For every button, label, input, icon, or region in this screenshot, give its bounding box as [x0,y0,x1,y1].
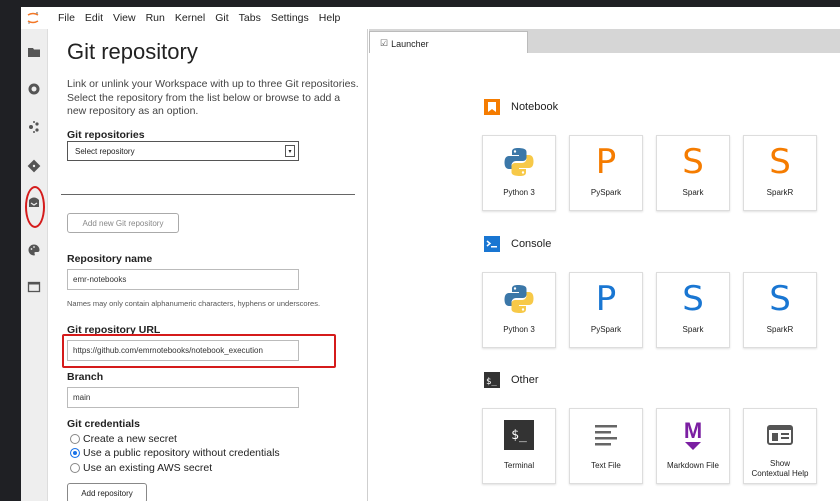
notebook-icon [484,99,500,115]
folder-icon[interactable] [26,44,42,60]
card-label: Python 3 [503,188,535,197]
highlight-ellipse [25,186,45,228]
menu-file[interactable]: File [58,12,75,24]
terminal-icon: $_ [484,372,500,388]
jupyterlab-window: File Edit View Run Kernel Git Tabs Setti… [21,7,840,501]
section-title: Console [511,238,552,250]
card-label: SparkR [766,325,794,334]
console-icon [484,236,500,252]
card-label: Spark [682,325,704,334]
menu-tabs[interactable]: Tabs [239,12,261,24]
console-section-header: Console [484,236,551,252]
repository-select-value: Select repository [75,146,135,156]
tab-launcher[interactable]: ☑ Launcher [369,31,528,55]
launcher-card-sparkr-notebook[interactable]: S SparkR [743,135,817,211]
python-logo-icon [483,281,555,317]
card-label: SparkR [766,188,794,197]
card-label: Terminal [503,461,535,470]
menu-kernel[interactable]: Kernel [175,12,205,24]
git-credentials-label: Git credentials [67,418,140,430]
card-label: Spark [682,188,704,197]
section-title: Other [511,374,539,386]
panel-title: Git repository [67,39,198,64]
clusters-icon[interactable] [26,119,42,135]
launcher-card-python3-console[interactable]: Python 3 [482,272,556,348]
radio-button[interactable] [70,463,80,473]
tab-bar: ☑ Launcher [369,29,840,55]
launcher-card-pyspark-console[interactable]: P PySpark [569,272,643,348]
git-icon[interactable] [26,158,42,174]
highlight-rectangle [62,334,336,368]
radio-button[interactable] [70,434,80,444]
menu-run[interactable]: Run [146,12,165,24]
panel-description: Link or unlink your Workspace with up to… [67,78,359,117]
chevron-down-icon[interactable]: ▾ [285,145,295,157]
menu-settings[interactable]: Settings [271,12,309,24]
repository-select[interactable]: Select repository ▾ [67,141,299,161]
launcher-card-contextual-help[interactable]: Show Contextual Help [743,408,817,484]
radio-label: Create a new secret [83,433,177,445]
radio-button-selected[interactable] [70,448,80,458]
svg-text:$_: $_ [486,377,497,387]
tabs-icon[interactable] [26,279,42,295]
spark-letter-icon: S [682,279,704,319]
python-logo-icon [483,144,555,180]
markdown-icon: M [657,417,729,453]
tab-label: Launcher [391,38,429,49]
add-repository-button[interactable]: Add repository [67,483,147,501]
launcher-card-spark-notebook[interactable]: S Spark [656,135,730,211]
launcher-card-python3-notebook[interactable]: Python 3 [482,135,556,211]
pyspark-letter-icon: P [595,142,617,182]
repository-name-hint: Names may only contain alphanumeric char… [67,299,321,308]
sparkr-letter-icon: S [769,279,791,319]
repository-name-field[interactable]: emr-notebooks [67,269,299,290]
card-label: Markdown File [666,461,719,470]
other-section-header: $_ Other [484,372,539,388]
launcher: Notebook Python 3 P PySpark S Spark S Sp… [369,53,840,501]
card-label: PySpark [590,188,622,197]
menu-help[interactable]: Help [319,12,341,24]
jupyter-logo-icon [26,11,40,25]
card-label: Show Contextual Help [751,459,809,478]
launcher-card-pyspark-notebook[interactable]: P PySpark [569,135,643,211]
git-repositories-label: Git repositories [67,129,145,141]
menu-view[interactable]: View [113,12,136,24]
add-new-git-repository-button[interactable]: Add new Git repository [67,213,179,233]
repository-name-label: Repository name [67,253,153,265]
menu-edit[interactable]: Edit [85,12,103,24]
card-label: PySpark [590,325,622,334]
activity-bar [21,29,48,501]
spark-letter-icon: S [682,142,704,182]
branch-field[interactable]: main [67,387,299,408]
card-label: Python 3 [503,325,535,334]
launcher-card-text-file[interactable]: Text File [569,408,643,484]
radio-create-new-secret[interactable]: Create a new secret [70,433,177,445]
palette-icon[interactable] [26,242,42,258]
pyspark-letter-icon: P [595,279,617,319]
menu-git[interactable]: Git [215,12,228,24]
branch-label: Branch [67,371,104,383]
launcher-icon: ☑ [380,38,389,48]
launcher-card-terminal[interactable]: $_ Terminal [482,408,556,484]
divider [61,194,355,195]
launcher-card-sparkr-console[interactable]: S SparkR [743,272,817,348]
radio-public-repository[interactable]: Use a public repository without credenti… [70,447,280,459]
text-file-icon [570,417,642,453]
running-icon[interactable] [26,81,42,97]
contextual-help-icon [744,417,816,453]
sparkr-letter-icon: S [769,142,791,182]
section-title: Notebook [511,101,559,113]
radio-label: Use an existing AWS secret [83,462,213,474]
notebook-section-header: Notebook [484,99,558,115]
terminal-icon: $_ [483,417,555,453]
launcher-card-spark-console[interactable]: S Spark [656,272,730,348]
card-label: Text File [591,461,621,470]
menubar: File Edit View Run Kernel Git Tabs Setti… [21,7,840,29]
radio-existing-aws-secret[interactable]: Use an existing AWS secret [70,462,212,474]
git-repository-panel: Git repository Link or unlink your Works… [48,29,368,501]
launcher-card-markdown-file[interactable]: M Markdown File [656,408,730,484]
radio-label: Use a public repository without credenti… [83,447,280,459]
